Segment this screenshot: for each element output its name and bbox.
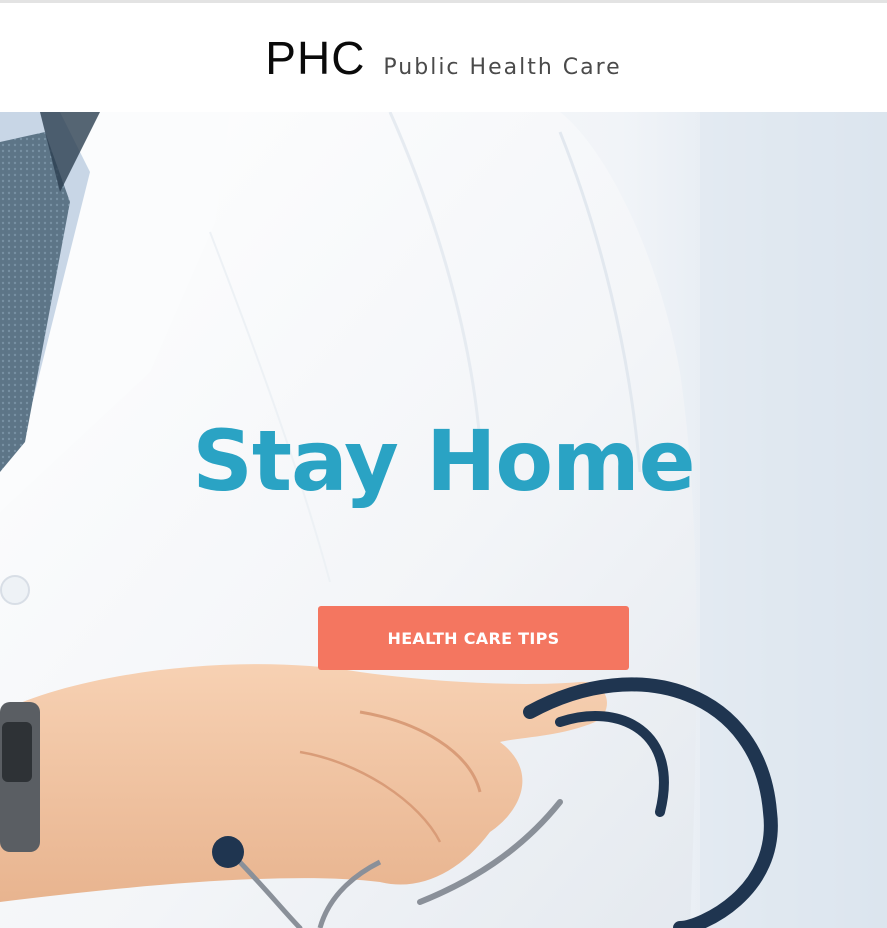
hero-section: Stay Home HEALTH CARE TIPS — [0, 112, 887, 928]
site-logo[interactable]: PHC — [265, 31, 365, 85]
health-care-tips-button[interactable]: HEALTH CARE TIPS — [318, 606, 629, 670]
brand[interactable]: PHC Public Health Care — [265, 31, 621, 85]
hero-image — [0, 112, 887, 928]
site-header: PHC Public Health Care — [0, 3, 887, 112]
hero-title: Stay Home — [192, 412, 695, 510]
site-tagline: Public Health Care — [383, 54, 622, 80]
